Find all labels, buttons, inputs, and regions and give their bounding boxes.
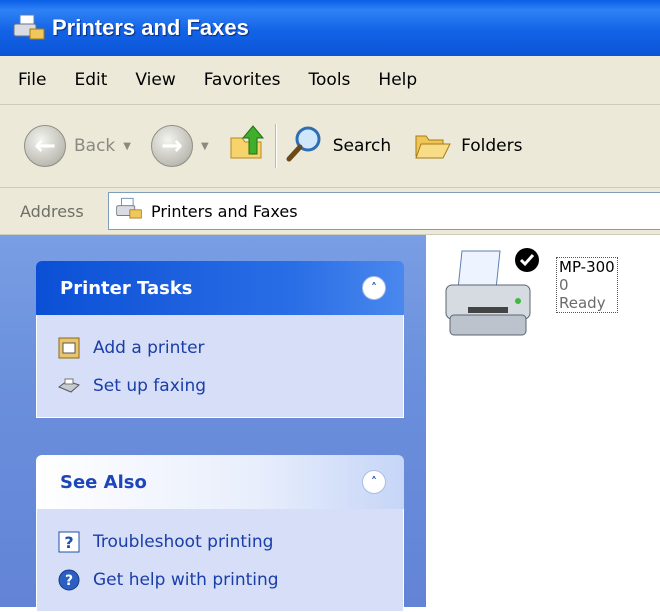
printer-tasks-body: Add a printer Set up faxing [36, 315, 404, 418]
svg-text:?: ? [65, 573, 73, 589]
up-folder-icon [227, 124, 267, 169]
help-question-icon: ? [57, 530, 81, 554]
get-help-printing-link[interactable]: ? Get help with printing [57, 561, 403, 599]
menu-bar: File Edit View Favorites Tools Help [0, 56, 660, 105]
collapse-chevron-icon[interactable]: ˄ [362, 470, 386, 494]
printer-tasks-header[interactable]: Printer Tasks ˄ [36, 261, 404, 315]
toolbar: ← Back ▼ → ▼ Search Folders [0, 105, 660, 188]
get-help-printing-label: Get help with printing [93, 570, 279, 590]
svg-text:?: ? [64, 533, 73, 552]
folders-icon [413, 124, 453, 169]
address-label: Address [20, 201, 84, 221]
chevron-down-icon[interactable]: ▼ [201, 141, 209, 152]
add-printer-label: Add a printer [93, 338, 205, 358]
troubleshoot-printing-link[interactable]: ? Troubleshoot printing [57, 523, 403, 561]
set-up-faxing-link[interactable]: Set up faxing [57, 367, 403, 405]
menu-favorites[interactable]: Favorites [190, 70, 295, 90]
address-input[interactable]: Printers and Faxes [108, 192, 660, 230]
chevron-down-icon[interactable]: ▼ [123, 141, 131, 152]
menu-help[interactable]: Help [364, 70, 431, 90]
task-pane: Printer Tasks ˄ Add a printer Set up fax… [0, 235, 426, 612]
printer-name: MP-300 [559, 258, 615, 276]
printer-status: Ready [559, 294, 606, 312]
fax-icon [57, 374, 81, 398]
collapse-chevron-icon[interactable]: ˄ [362, 276, 386, 300]
printers-folder-icon [12, 13, 46, 43]
menu-file[interactable]: File [0, 70, 60, 90]
address-bar: Address Printers and Faxes [0, 188, 660, 235]
see-also-body: ? Troubleshoot printing ? Get help with … [36, 509, 404, 612]
address-value: Printers and Faxes [151, 201, 298, 221]
back-label: Back [74, 136, 116, 156]
up-button[interactable] [227, 124, 267, 169]
folders-button[interactable]: Folders [413, 124, 523, 169]
troubleshoot-printing-label: Troubleshoot printing [93, 532, 274, 552]
search-button[interactable]: Search [285, 124, 391, 169]
window-title: Printers and Faxes [52, 15, 249, 40]
printer-label: MP-300 0 Ready [556, 257, 618, 313]
forward-arrow-icon: → [150, 125, 193, 167]
default-printer-check-icon [514, 247, 540, 278]
add-printer-icon [57, 336, 81, 360]
back-button[interactable]: ← Back ▼ [24, 125, 131, 167]
menu-tools[interactable]: Tools [295, 70, 365, 90]
see-also-header[interactable]: See Also ˄ [36, 455, 404, 509]
see-also-panel: See Also ˄ ? Troubleshoot printing ? Get… [36, 455, 404, 612]
title-bar[interactable]: Printers and Faxes [0, 0, 660, 56]
menu-view[interactable]: View [121, 70, 189, 90]
content-area: MP-300 0 Ready [426, 235, 660, 607]
search-label: Search [332, 136, 392, 156]
printer-tasks-panel: Printer Tasks ˄ Add a printer Set up fax… [36, 261, 404, 418]
folders-label: Folders [461, 136, 523, 156]
printers-folder-icon [115, 196, 143, 227]
toolbar-separator [274, 124, 277, 168]
printer-tasks-title: Printer Tasks [60, 277, 193, 299]
printer-item[interactable]: MP-300 0 Ready [440, 245, 660, 345]
help-circle-icon: ? [57, 568, 81, 592]
back-arrow-icon: ← [24, 125, 66, 167]
see-also-title: See Also [60, 471, 147, 493]
add-printer-link[interactable]: Add a printer [57, 329, 403, 367]
forward-button[interactable]: → ▼ [150, 125, 209, 167]
set-up-faxing-label: Set up faxing [93, 376, 207, 396]
menu-edit[interactable]: Edit [60, 70, 121, 90]
printer-documents: 0 [559, 276, 569, 294]
search-icon [285, 124, 325, 169]
